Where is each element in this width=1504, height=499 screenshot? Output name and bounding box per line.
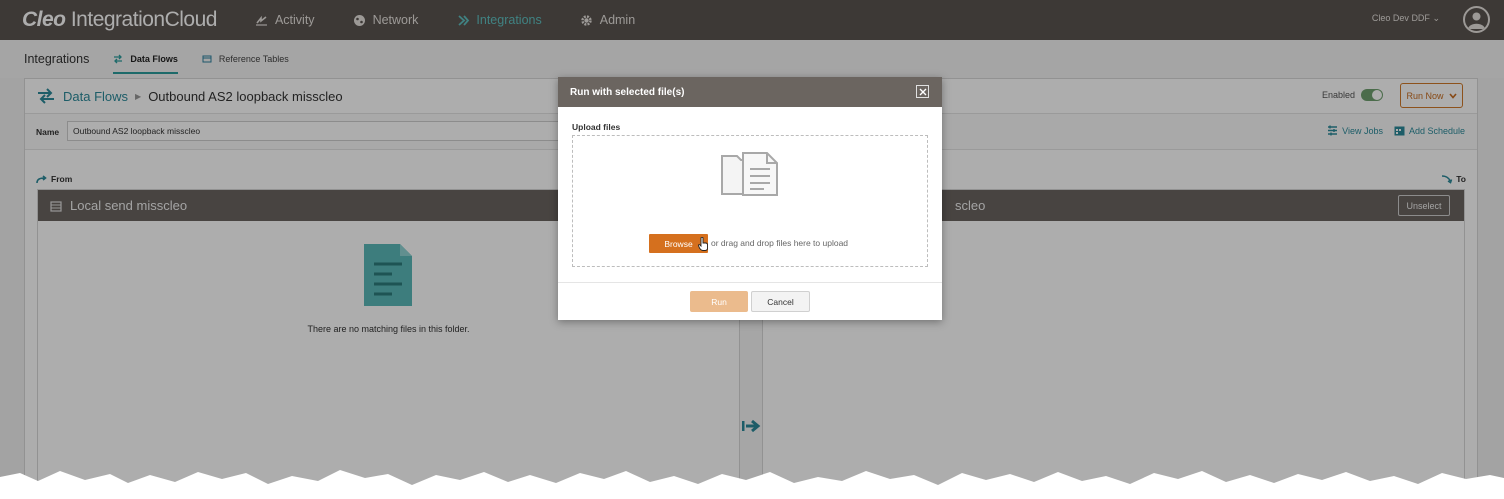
- hand-cursor-icon: [698, 237, 708, 251]
- dialog-footer-divider: [558, 282, 942, 283]
- files-icon: [721, 152, 778, 196]
- close-button[interactable]: [916, 85, 929, 98]
- dialog-title: Run with selected file(s): [570, 86, 685, 98]
- drag-drop-hint: or drag and drop files here to upload: [711, 238, 849, 248]
- close-icon: [919, 88, 926, 95]
- file-drop-zone[interactable]: Browse or drag and drop files here to up…: [572, 135, 928, 267]
- run-button[interactable]: Run: [690, 291, 748, 312]
- cancel-button[interactable]: Cancel: [751, 291, 810, 312]
- dialog-header: Run with selected file(s): [558, 77, 942, 107]
- upload-files-label: Upload files: [572, 122, 621, 132]
- torn-edge-decoration: [0, 470, 1504, 499]
- run-files-dialog: Run with selected file(s) Upload files B…: [558, 77, 942, 320]
